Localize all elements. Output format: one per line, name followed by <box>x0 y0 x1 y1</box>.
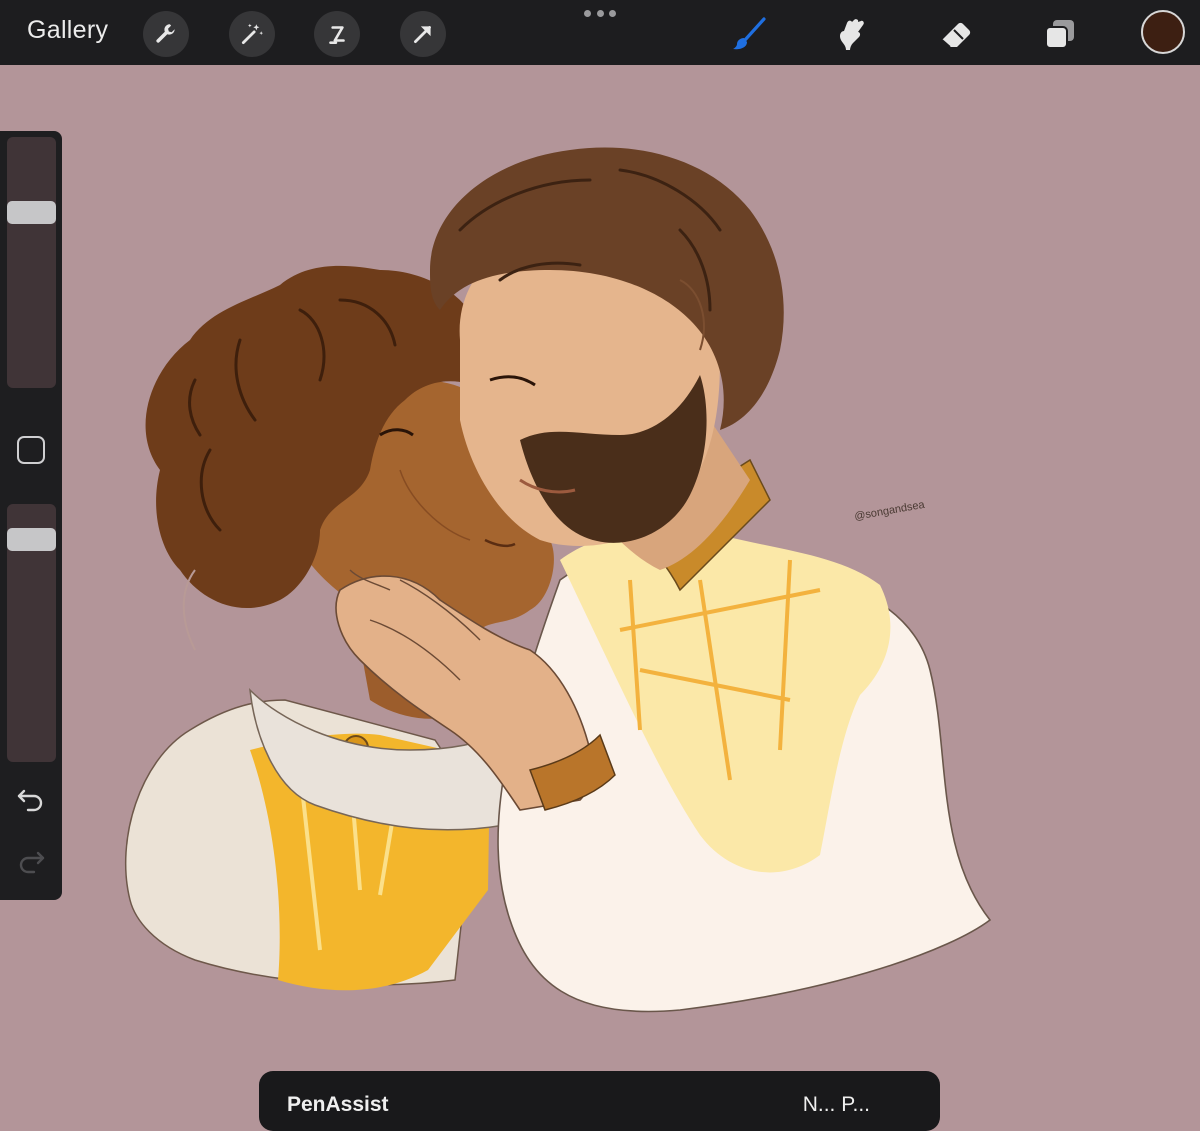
brush-tool-button[interactable] <box>729 14 769 54</box>
gallery-button[interactable]: Gallery <box>27 16 108 45</box>
redo-icon[interactable] <box>16 846 46 876</box>
pen-assist-toast[interactable]: PenAssist N... P... <box>259 1071 940 1131</box>
wrench-icon <box>156 24 175 43</box>
magic-wand-icon <box>241 23 264 45</box>
toast-status: N... P... <box>802 1093 870 1116</box>
color-picker-button[interactable] <box>1141 10 1185 54</box>
transform-arrow-icon <box>414 26 431 43</box>
brush-size-slider[interactable] <box>7 137 56 388</box>
actions-wrench-button[interactable] <box>143 11 189 57</box>
opacity-slider-thumb[interactable] <box>7 527 56 551</box>
modifier-button[interactable] <box>17 436 45 464</box>
more-options-icon[interactable] <box>584 10 616 20</box>
top-toolbar: Gallery <box>0 0 1200 65</box>
transform-button[interactable] <box>400 11 446 57</box>
canvas-artwork[interactable]: @songandsea <box>100 110 1020 1030</box>
layers-icon <box>1045 20 1074 49</box>
brush-icon <box>733 17 766 50</box>
eraser-icon <box>941 22 971 48</box>
artist-signature: @songandsea <box>853 499 926 523</box>
smudge-icon <box>840 19 864 50</box>
layers-button[interactable] <box>1040 14 1080 54</box>
left-sidebar <box>0 131 62 900</box>
brush-size-slider-thumb[interactable] <box>7 200 56 224</box>
smudge-tool-button[interactable] <box>832 14 872 54</box>
eraser-tool-button[interactable] <box>936 14 976 54</box>
adjustments-button[interactable] <box>229 11 275 57</box>
undo-icon[interactable] <box>16 784 46 814</box>
toast-title: PenAssist <box>287 1093 389 1116</box>
selection-button[interactable] <box>314 11 360 57</box>
selection-icon <box>329 26 345 44</box>
